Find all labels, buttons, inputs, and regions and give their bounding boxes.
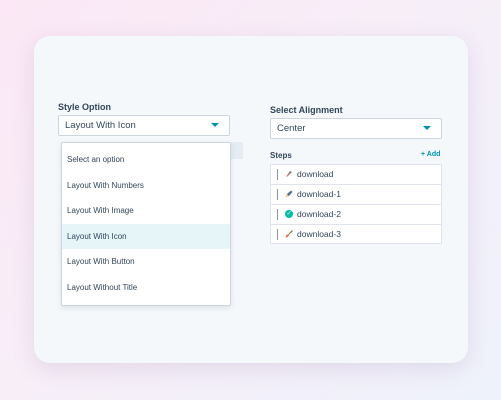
dropdown-option-layout-without-title[interactable]: Layout Without Title — [62, 275, 230, 301]
step-item[interactable]: download-3 — [270, 224, 442, 244]
step-item[interactable]: ✓ download-2 — [270, 204, 442, 224]
pencil-icon — [285, 190, 293, 198]
style-option-value: Layout With Icon — [65, 120, 136, 131]
style-option-select[interactable]: Layout With Icon — [58, 115, 230, 136]
dropdown-option-layout-with-image[interactable]: Layout With Image — [62, 198, 230, 224]
step-item[interactable]: download-1 — [270, 184, 442, 204]
drag-handle-icon[interactable] — [276, 209, 279, 220]
chevron-down-icon — [423, 126, 431, 130]
step-label: download-2 — [297, 209, 341, 219]
dropdown-option-select-an-option[interactable]: Select an option — [62, 147, 230, 173]
alignment-value: Center — [277, 123, 306, 134]
drag-handle-icon[interactable] — [276, 229, 279, 240]
alignment-select[interactable]: Center — [270, 118, 442, 139]
check-circle-icon: ✓ — [285, 210, 293, 218]
feather-icon — [285, 170, 293, 178]
dropdown-option-layout-with-icon[interactable]: Layout With Icon — [62, 223, 230, 250]
steps-label: Steps — [270, 151, 292, 160]
steps-list: download download-1 ✓ download-2 downloa… — [270, 164, 442, 244]
add-step-button[interactable]: + Add — [421, 151, 440, 158]
step-label: download-3 — [297, 229, 341, 239]
step-label: download-1 — [297, 189, 341, 199]
step-item[interactable]: download — [270, 164, 442, 184]
dropdown-shadow-stub — [231, 142, 243, 159]
drag-handle-icon[interactable] — [276, 189, 279, 200]
dropdown-option-layout-with-button[interactable]: Layout With Button — [62, 249, 230, 275]
alignment-label: Select Alignment — [270, 105, 343, 115]
dropdown-option-layout-with-numbers[interactable]: Layout With Numbers — [62, 173, 230, 199]
chevron-down-icon — [211, 123, 219, 127]
style-option-dropdown: Select an option Layout With Numbers Lay… — [61, 142, 231, 306]
drag-handle-icon[interactable] — [276, 169, 279, 180]
step-label: download — [297, 169, 334, 179]
brush-icon — [285, 230, 293, 238]
style-option-label: Style Option — [58, 102, 112, 112]
